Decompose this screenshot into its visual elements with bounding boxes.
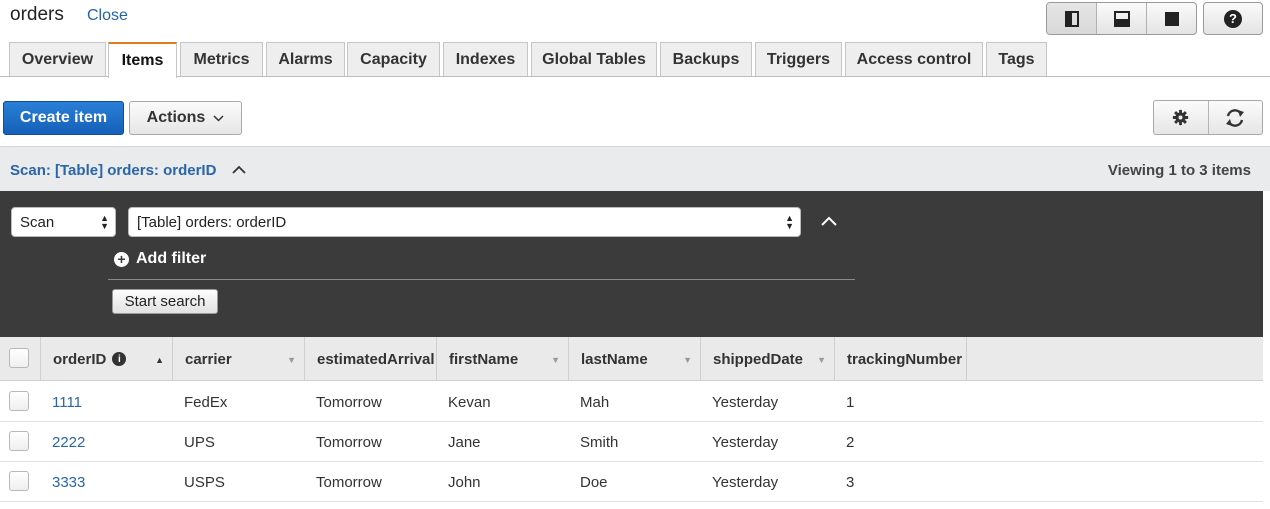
table-row[interactable]: 3333 USPS Tomorrow John Doe Yesterday 3 [0, 462, 1263, 502]
row-checkbox[interactable] [9, 391, 29, 411]
cell-estimated-arrival: Tomorrow [316, 433, 382, 451]
sort-ascending-icon: ▲ [155, 355, 164, 365]
cell-first-name: Kevan [448, 393, 491, 411]
cell-first-name: Jane [448, 433, 481, 451]
help-icon: ? [1224, 9, 1242, 28]
sort-icon: ▼ [683, 355, 692, 365]
add-filter-button[interactable]: + Add filter [114, 250, 206, 268]
collapse-chevron-up-icon[interactable] [821, 216, 837, 226]
view-layout-group [1046, 2, 1197, 35]
scan-header: Scan: [Table] orders: orderID Viewing 1 … [0, 146, 1270, 191]
tab-access-control[interactable]: Access control [845, 42, 983, 76]
column-label: lastName [581, 350, 648, 368]
scan-target-select[interactable]: [Table] orders: orderID ▲ ▼ [128, 207, 801, 237]
column-label: firstName [449, 350, 519, 368]
panel-bottom-button[interactable] [1097, 3, 1147, 34]
column-header-lastname[interactable]: lastName ▼ [569, 337, 701, 381]
viewing-count: Viewing 1 to 3 items [1107, 162, 1251, 179]
cell-shipped-date: Yesterday [712, 433, 779, 451]
sort-icon: ▼ [551, 355, 560, 365]
refresh-button[interactable] [1209, 101, 1263, 134]
cell-carrier: FedEx [184, 393, 228, 411]
cell-first-name: John [448, 473, 481, 491]
column-label: estimatedArrival [317, 350, 435, 368]
cell-shipped-date: Yesterday [712, 473, 779, 491]
chevron-down-icon [213, 114, 224, 122]
panel-full-icon [1164, 11, 1179, 26]
gear-icon [1173, 109, 1189, 126]
order-id-link[interactable]: 2222 [52, 422, 85, 462]
select-arrows-icon: ▲ ▼ [100, 213, 109, 231]
actions-label: Actions [146, 109, 206, 126]
add-filter-label: Add filter [136, 250, 207, 267]
tab-bar: Overview Items Metrics Alarms Capacity I… [0, 42, 1270, 78]
tab-global-tables[interactable]: Global Tables [531, 42, 657, 76]
scan-mode-select[interactable]: Scan ▲ ▼ [11, 207, 116, 237]
help-button[interactable]: ? [1203, 2, 1263, 35]
column-header-shippeddate[interactable]: shippedDate ▼ [701, 337, 835, 381]
cell-tracking-number: 2 [846, 433, 855, 451]
tab-tags[interactable]: Tags [986, 42, 1047, 76]
create-item-button[interactable]: Create item [3, 101, 124, 135]
cell-tracking-number: 3 [846, 473, 855, 491]
panel-split-button[interactable] [1047, 3, 1097, 34]
cell-shipped-date: Yesterday [712, 393, 779, 411]
cell-last-name: Doe [580, 473, 608, 491]
scan-toggle-link[interactable]: Scan: [Table] orders: orderID [10, 162, 216, 179]
column-header-trackingnumber[interactable]: trackingNumber [835, 337, 967, 381]
sort-icon: ▼ [817, 355, 826, 365]
row-checkbox[interactable] [9, 471, 29, 491]
close-link[interactable]: Close [87, 7, 128, 25]
panel-bottom-icon [1113, 10, 1130, 27]
plus-circle-icon: + [114, 251, 129, 267]
column-header-orderid[interactable]: orderID i ▲ [41, 337, 173, 381]
cell-tracking-number: 1 [846, 393, 855, 411]
column-label: carrier [185, 350, 232, 368]
table-tools-group [1153, 100, 1263, 135]
refresh-icon [1226, 108, 1245, 127]
order-id-link[interactable]: 3333 [52, 462, 85, 502]
tab-metrics[interactable]: Metrics [180, 42, 263, 76]
column-label: trackingNumber [847, 350, 963, 368]
tab-items[interactable]: Items [108, 42, 177, 78]
column-header-estimatedarrival[interactable]: estimatedArrival [305, 337, 437, 381]
select-all-cell [0, 337, 41, 381]
actions-dropdown-button[interactable]: Actions [129, 101, 242, 135]
sort-icon: ▼ [287, 355, 296, 365]
cell-carrier: USPS [184, 473, 225, 491]
cell-last-name: Mah [580, 393, 610, 411]
page-title: orders [10, 4, 64, 25]
cell-estimated-arrival: Tomorrow [316, 473, 382, 491]
column-header-firstname[interactable]: firstName ▼ [437, 337, 569, 381]
filter-divider [108, 279, 855, 280]
start-search-button[interactable]: Start search [112, 289, 218, 314]
column-label: shippedDate [713, 350, 804, 368]
order-id-link[interactable]: 1111 [52, 382, 82, 422]
column-header-carrier[interactable]: carrier ▼ [173, 337, 305, 381]
info-icon[interactable]: i [112, 352, 127, 366]
table-row[interactable]: 2222 UPS Tomorrow Jane Smith Yesterday 2 [0, 422, 1263, 462]
tab-indexes[interactable]: Indexes [443, 42, 528, 76]
table-header: orderID i ▲ carrier ▼ estimatedArrival f… [0, 337, 1263, 381]
scan-mode-value: Scan [20, 213, 55, 231]
panel-split-icon [1064, 10, 1079, 27]
tab-triggers[interactable]: Triggers [755, 42, 842, 76]
chevron-up-icon[interactable] [232, 165, 246, 174]
tab-backups[interactable]: Backups [660, 42, 752, 76]
settings-button[interactable] [1154, 101, 1209, 134]
panel-full-button[interactable] [1147, 3, 1196, 34]
cell-carrier: UPS [184, 433, 215, 451]
column-label: orderID [53, 350, 107, 368]
row-checkbox[interactable] [9, 431, 29, 451]
select-arrows-icon: ▲ ▼ [785, 213, 794, 231]
tab-overview[interactable]: Overview [9, 42, 106, 76]
scan-target-value: [Table] orders: orderID [137, 213, 287, 231]
select-all-checkbox[interactable] [9, 348, 29, 368]
table-row[interactable]: 1111 FedEx Tomorrow Kevan Mah Yesterday … [0, 382, 1263, 422]
tab-alarms[interactable]: Alarms [266, 42, 345, 76]
tab-capacity[interactable]: Capacity [347, 42, 440, 76]
cell-last-name: Smith [580, 433, 619, 451]
cell-estimated-arrival: Tomorrow [316, 393, 382, 411]
